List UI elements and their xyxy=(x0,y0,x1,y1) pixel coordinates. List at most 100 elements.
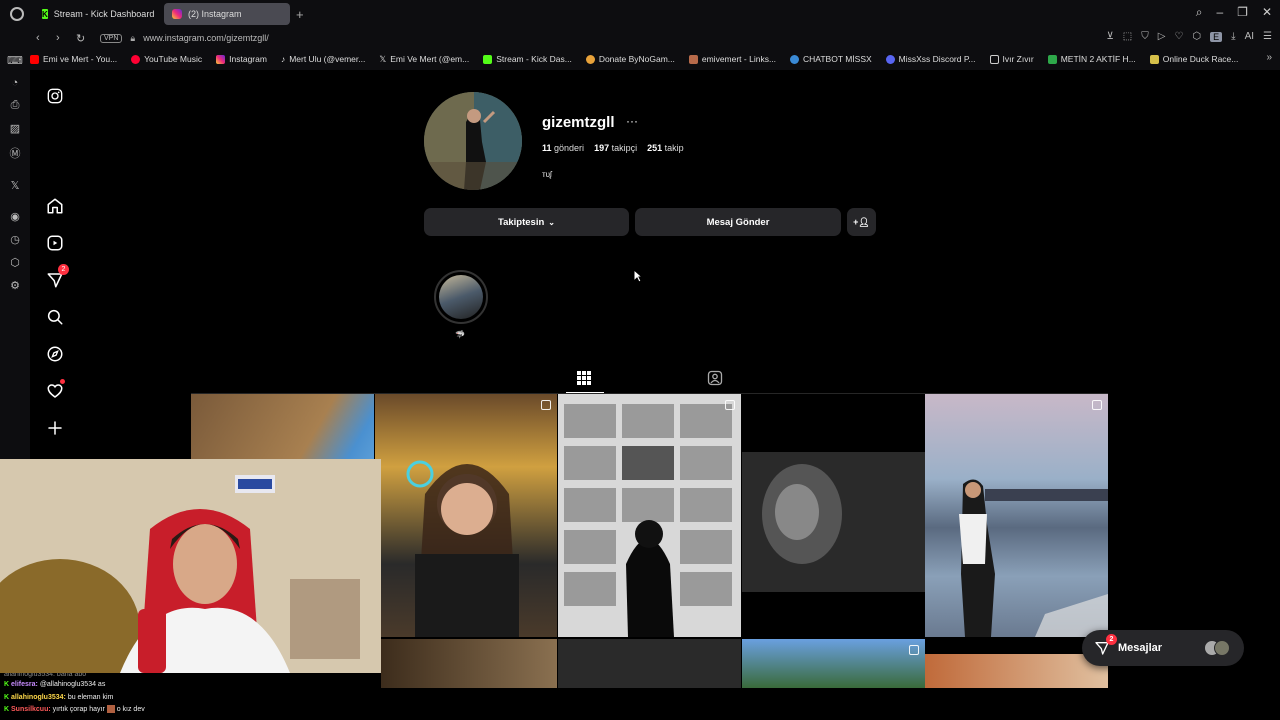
bookmark-item[interactable]: Emi ve Mert - You... xyxy=(30,54,117,64)
settings-icon[interactable]: ⚙ xyxy=(10,279,20,292)
new-tab-button[interactable]: + xyxy=(296,7,304,22)
bookmarks-overflow-icon[interactable]: » xyxy=(1266,52,1272,63)
opera-logo-icon[interactable] xyxy=(10,7,24,21)
bookmark-item[interactable]: CHATBOT MİSSX xyxy=(790,54,872,64)
chatbot-icon xyxy=(790,54,800,64)
story-highlight[interactable] xyxy=(434,270,488,324)
ai-button[interactable]: AI xyxy=(1245,31,1254,42)
bookmark-item[interactable]: ♪ Mert Ulu (@vemer... xyxy=(281,54,365,64)
post-photo xyxy=(959,479,1108,637)
bookmark-item[interactable]: Stream - Kick Das... xyxy=(483,54,572,64)
message-avatars xyxy=(1204,640,1230,656)
extension-e-button[interactable]: E xyxy=(1210,31,1223,42)
address-bar-tools: ⊻ ⬚ ⛉ ▷ ♡ ⬡ E ⤓ AI ☰ xyxy=(1106,31,1272,42)
lock-icon[interactable]: 🔒︎ xyxy=(130,33,135,44)
post-thumbnail[interactable] xyxy=(558,639,741,688)
bookmark-item[interactable]: Instagram xyxy=(216,54,267,64)
bookmarks-bar: Emi ve Mert - You... YouTube Music Insta… xyxy=(30,48,1280,70)
minimize-icon[interactable]: – xyxy=(1216,5,1223,20)
create-icon[interactable] xyxy=(43,416,67,440)
chat-message: bu eleman kim xyxy=(67,693,114,701)
reload-icon[interactable]: ↻ xyxy=(76,32,86,45)
following-button[interactable]: Takiptesin ⌄ xyxy=(424,208,629,236)
back-icon[interactable]: ‹ xyxy=(36,32,46,44)
chat-message: yırtık çorap hayır xyxy=(52,706,105,713)
posts-grid-tab-icon[interactable] xyxy=(576,370,592,386)
pin-icon[interactable]: ⊻ xyxy=(1106,31,1113,42)
messages-icon[interactable]: 2 xyxy=(43,264,69,292)
x-twitter-icon[interactable]: 𝕏 xyxy=(11,179,20,192)
tab-instagram[interactable]: (2) Instagram xyxy=(164,3,290,25)
post-thumbnail[interactable] xyxy=(925,394,1108,637)
music-icon[interactable]: ◉ xyxy=(10,210,20,223)
gaming-icon[interactable]: ⌨ xyxy=(7,54,23,67)
more-options-icon[interactable]: ··· xyxy=(626,114,638,128)
bookmark-label: Stream - Kick Das... xyxy=(496,54,572,64)
menu-icon[interactable]: ☰ xyxy=(1263,31,1272,42)
close-icon[interactable]: ✕ xyxy=(1262,5,1272,20)
history-icon[interactable]: ◔ xyxy=(12,77,19,89)
following-count: 251 xyxy=(647,143,663,153)
extensions-icon[interactable]: ⬡ xyxy=(1192,31,1201,42)
play-icon[interactable]: ▷ xyxy=(1158,31,1166,42)
chat-line: K allahinoglu3534: bu eleman kim xyxy=(4,692,381,705)
bookmark-item[interactable]: 𝕏 Emi Ve Mert (@em... xyxy=(379,54,469,65)
search-icon[interactable]: ⌕ xyxy=(1196,5,1203,20)
heart-icon[interactable]: ♡ xyxy=(1174,31,1183,42)
profile-avatar[interactable] xyxy=(424,92,522,190)
bookmark-item[interactable]: MissXss Discord P... xyxy=(885,54,976,64)
add-person-icon: +👤︎ xyxy=(853,216,870,227)
extensions-icon[interactable]: ⬡ xyxy=(10,256,20,269)
highlight-label: 🦈 xyxy=(455,330,465,339)
tagged-tab-icon[interactable] xyxy=(707,370,723,386)
avatar-photo xyxy=(424,92,522,190)
reels-icon[interactable] xyxy=(43,231,67,255)
folder-icon xyxy=(989,54,999,64)
post-thumbnail[interactable] xyxy=(925,654,1108,688)
chat-username: Sunsilkcuu: xyxy=(11,706,51,713)
wallet-icon[interactable]: ▨ xyxy=(10,122,20,135)
following-stat[interactable]: 251 takip xyxy=(647,143,684,153)
instagram-icon xyxy=(216,54,226,64)
webcam-overlay xyxy=(0,459,381,673)
post-thumbnail[interactable] xyxy=(742,639,925,688)
messenger-icon[interactable]: Ⓜ xyxy=(10,145,21,161)
explore-icon[interactable] xyxy=(43,342,67,366)
post-thumbnail[interactable] xyxy=(742,394,925,637)
bookmark-item[interactable]: Online Duck Race... xyxy=(1149,54,1239,64)
shield-icon[interactable]: ⛉ xyxy=(1141,31,1149,42)
bookmark-folder[interactable]: Ivır Zıvır xyxy=(989,54,1034,64)
post-thumbnail[interactable] xyxy=(375,639,557,688)
restore-icon[interactable]: ❐ xyxy=(1237,5,1248,20)
followers-count: 197 xyxy=(594,143,610,153)
instagram-logo-icon[interactable] xyxy=(43,84,67,108)
tab-kick-dashboard[interactable]: K Stream - Kick Dashboard xyxy=(34,3,160,25)
post-thumbnail[interactable] xyxy=(375,394,557,637)
profile-username: gizemtzgll xyxy=(542,114,615,131)
suggest-user-button[interactable]: +👤︎ xyxy=(847,208,876,236)
home-icon[interactable] xyxy=(43,194,67,218)
url-field[interactable]: www.instagram.com/gizemtzgll/ xyxy=(143,33,269,43)
post-thumbnail[interactable] xyxy=(558,394,741,637)
forward-icon[interactable]: › xyxy=(56,32,66,44)
clock-icon[interactable]: ◷ xyxy=(10,233,20,246)
search-icon[interactable] xyxy=(43,305,67,329)
vpn-badge[interactable]: VPN xyxy=(100,33,123,43)
followers-stat[interactable]: 197 takipçi xyxy=(594,143,637,153)
bookmark-item[interactable]: YouTube Music xyxy=(131,54,202,64)
messages-pill[interactable]: 2 Mesajlar xyxy=(1082,630,1244,666)
message-button[interactable]: Mesaj Gönder xyxy=(635,208,841,236)
messages-label: Mesajlar xyxy=(1118,642,1163,654)
notification-badge: 2 xyxy=(58,264,69,275)
tiktok-icon: ♪ xyxy=(280,54,286,64)
bookmark-item[interactable]: emivemert - Links... xyxy=(688,54,776,64)
bookmark-item[interactable]: Donate ByNoGam... xyxy=(585,54,675,64)
followers-label: takipçi xyxy=(611,143,638,153)
download-icon[interactable]: ⤓ xyxy=(1231,31,1235,42)
bookmark-label: Online Duck Race... xyxy=(1162,54,1239,64)
notifications-heart-icon[interactable] xyxy=(43,379,67,403)
print-icon[interactable]: ⎙ xyxy=(11,99,20,112)
bookmark-item[interactable]: METİN 2 AKTİF H... xyxy=(1047,54,1136,64)
post-photo xyxy=(742,452,925,592)
snapshot-icon[interactable]: ⬚ xyxy=(1123,31,1132,42)
